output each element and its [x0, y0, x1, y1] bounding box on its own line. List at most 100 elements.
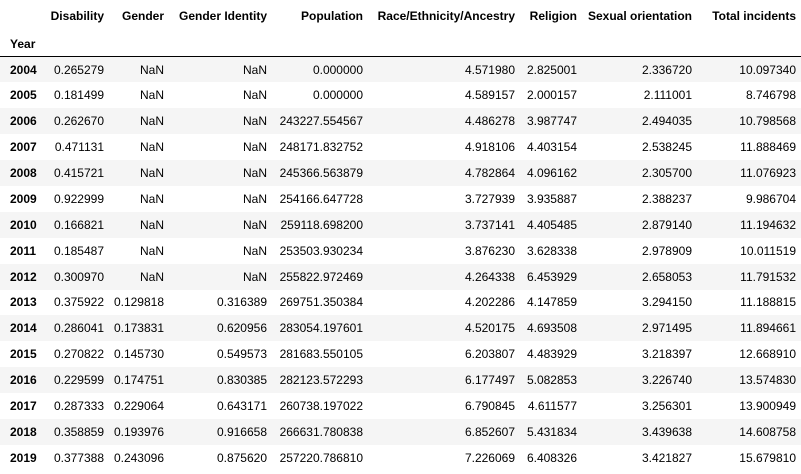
table-cell: 2.336720 — [641, 62, 692, 77]
table-cell: 260738.197022 — [279, 399, 363, 414]
table-cell: 2.538245 — [641, 140, 692, 155]
table-cell: 0.262670 — [53, 114, 104, 129]
table-cell: 3.737141 — [464, 217, 515, 232]
table-cell: 4.918106 — [464, 140, 515, 155]
row-index-year: 2013 — [10, 295, 37, 310]
table-cell: 254166.647728 — [279, 191, 363, 206]
table-cell: 0.377388 — [53, 450, 104, 465]
table-cell: 4.520175 — [464, 321, 515, 336]
table-cell: 2.111001 — [643, 88, 692, 103]
table-cell: 3.294150 — [641, 295, 692, 310]
row-index-year: 2005 — [10, 88, 37, 103]
column-header-gender-identity: Gender Identity — [178, 9, 267, 23]
table-cell: 11.894661 — [740, 321, 796, 336]
table-cell: 5.082853 — [526, 373, 577, 388]
table-cell: 0.620956 — [216, 321, 267, 336]
table-cell: 0.000000 — [312, 62, 363, 77]
table-row: 2015 0.270822 0.145730 0.549573 281683.55010… — [0, 341, 801, 368]
table-cell: 0.229599 — [53, 373, 104, 388]
table-row: 2010 0.166821 NaN NaN 259118.698200 3.737141 4… — [0, 211, 801, 238]
table-cell: NaN — [139, 243, 164, 258]
table-cell: 5.431834 — [526, 424, 577, 439]
table-cell: 6.203807 — [464, 347, 515, 362]
table-cell: 2.000157 — [526, 88, 577, 103]
row-index-year: 2008 — [10, 166, 37, 180]
table-cell: 3.935887 — [526, 191, 577, 206]
dataframe-output: Disability Gender Gender Identity Popula… — [0, 0, 801, 474]
table-cell: 9.986704 — [745, 191, 796, 206]
table-row: 2013 0.375922 0.129818 0.316389 269751.35038… — [0, 289, 801, 316]
table-cell: 4.611577 — [527, 399, 577, 414]
table-cell: 4.571980 — [464, 62, 515, 77]
index-name-row: Year — [0, 32, 801, 57]
table-cell: 4.264338 — [464, 269, 515, 284]
table-cell: 283054.197601 — [279, 321, 363, 336]
table-row: 2006 0.262670 NaN NaN 243227.554567 4.486278 3… — [0, 108, 801, 135]
table-cell: 269751.350384 — [279, 295, 363, 310]
table-cell: NaN — [242, 88, 267, 103]
table-cell: 6.852607 — [464, 424, 515, 439]
table-cell: 4.096162 — [526, 166, 577, 180]
column-header-population: Population — [301, 9, 363, 23]
table-row: 2008 0.415721 NaN NaN 245366.563879 4.782864 4… — [0, 160, 801, 186]
table-cell: NaN — [139, 217, 164, 232]
table-cell: 0.193976 — [113, 424, 164, 439]
row-index-year: 2009 — [10, 191, 37, 206]
table-cell: 4.403154 — [526, 140, 577, 155]
table-cell: 253503.930234 — [279, 243, 363, 258]
table-cell: NaN — [139, 88, 164, 103]
table-cell: 0.316389 — [216, 295, 267, 310]
row-index-year: 2010 — [10, 217, 37, 232]
column-header-sexual-orientation: Sexual orientation — [587, 9, 692, 23]
table-row: 2018 0.358859 0.193976 0.916658 266631.78083… — [0, 418, 801, 445]
table-row: 2011 0.185487 NaN NaN 253503.930234 3.876230 3… — [0, 237, 801, 264]
table-cell: NaN — [242, 62, 267, 77]
table-cell: 2.494035 — [641, 114, 692, 129]
table-cell: NaN — [139, 166, 164, 180]
table-cell: 3.727939 — [464, 191, 515, 206]
table-cell: 4.147859 — [526, 295, 577, 310]
table-cell: 2.978909 — [641, 243, 692, 258]
table-cell: NaN — [242, 140, 267, 155]
table-cell: 11.076923 — [740, 166, 796, 180]
table-cell: 257220.786810 — [279, 450, 363, 465]
table-cell: 3.218397 — [641, 347, 692, 362]
table-cell: NaN — [139, 269, 164, 284]
table-cell: 0.286041 — [53, 321, 104, 336]
table-cell: 243227.554567 — [279, 114, 363, 129]
table-cell: NaN — [242, 217, 267, 232]
table-cell: NaN — [242, 269, 267, 284]
table-cell: 245366.563879 — [279, 166, 363, 180]
column-header-gender: Gender — [121, 9, 164, 23]
table-cell: 4.483929 — [526, 347, 577, 362]
table-cell: 0.181499 — [53, 88, 104, 103]
dataframe-table: Disability Gender Gender Identity Popula… — [0, 0, 801, 471]
table-cell: 15.679810 — [739, 450, 796, 465]
row-index-year: 2007 — [10, 140, 37, 155]
row-index-year: 2018 — [10, 424, 37, 439]
table-row: 2019 0.377388 0.243096 0.875620 257220.78681… — [0, 444, 801, 471]
column-header-disability: Disability — [50, 9, 104, 23]
table-cell: 0.875620 — [216, 450, 267, 465]
table-cell: 4.405485 — [526, 217, 577, 232]
table-cell: 259118.698200 — [280, 217, 363, 232]
table-cell: 13.900949 — [739, 399, 796, 414]
table-cell: 0.471131 — [54, 140, 104, 155]
row-index-year: 2015 — [10, 347, 37, 362]
column-header-row: Disability Gender Gender Identity Popula… — [0, 0, 801, 32]
table-cell: 10.097340 — [739, 62, 796, 77]
table-cell: 2.305700 — [641, 166, 692, 180]
table-cell: 4.589157 — [464, 88, 515, 103]
table-cell: 2.658053 — [641, 269, 692, 284]
table-cell: 6.790845 — [464, 399, 515, 414]
table-cell: 248171.832752 — [279, 140, 363, 155]
table-body: 2004 0.265279 NaN NaN 0.000000 4.571980 2.8250… — [0, 56, 801, 471]
table-row: 2012 0.300970 NaN NaN 255822.972469 4.264338 6… — [0, 263, 801, 290]
table-cell: 0.643171 — [216, 399, 267, 414]
table-cell: 6.177497 — [464, 373, 515, 388]
table-cell: 0.270822 — [53, 347, 104, 362]
table-cell: NaN — [242, 243, 267, 258]
table-cell: 0.265279 — [53, 62, 104, 77]
table-cell: 11.188815 — [740, 295, 796, 310]
column-header-religion: Religion — [529, 9, 577, 23]
